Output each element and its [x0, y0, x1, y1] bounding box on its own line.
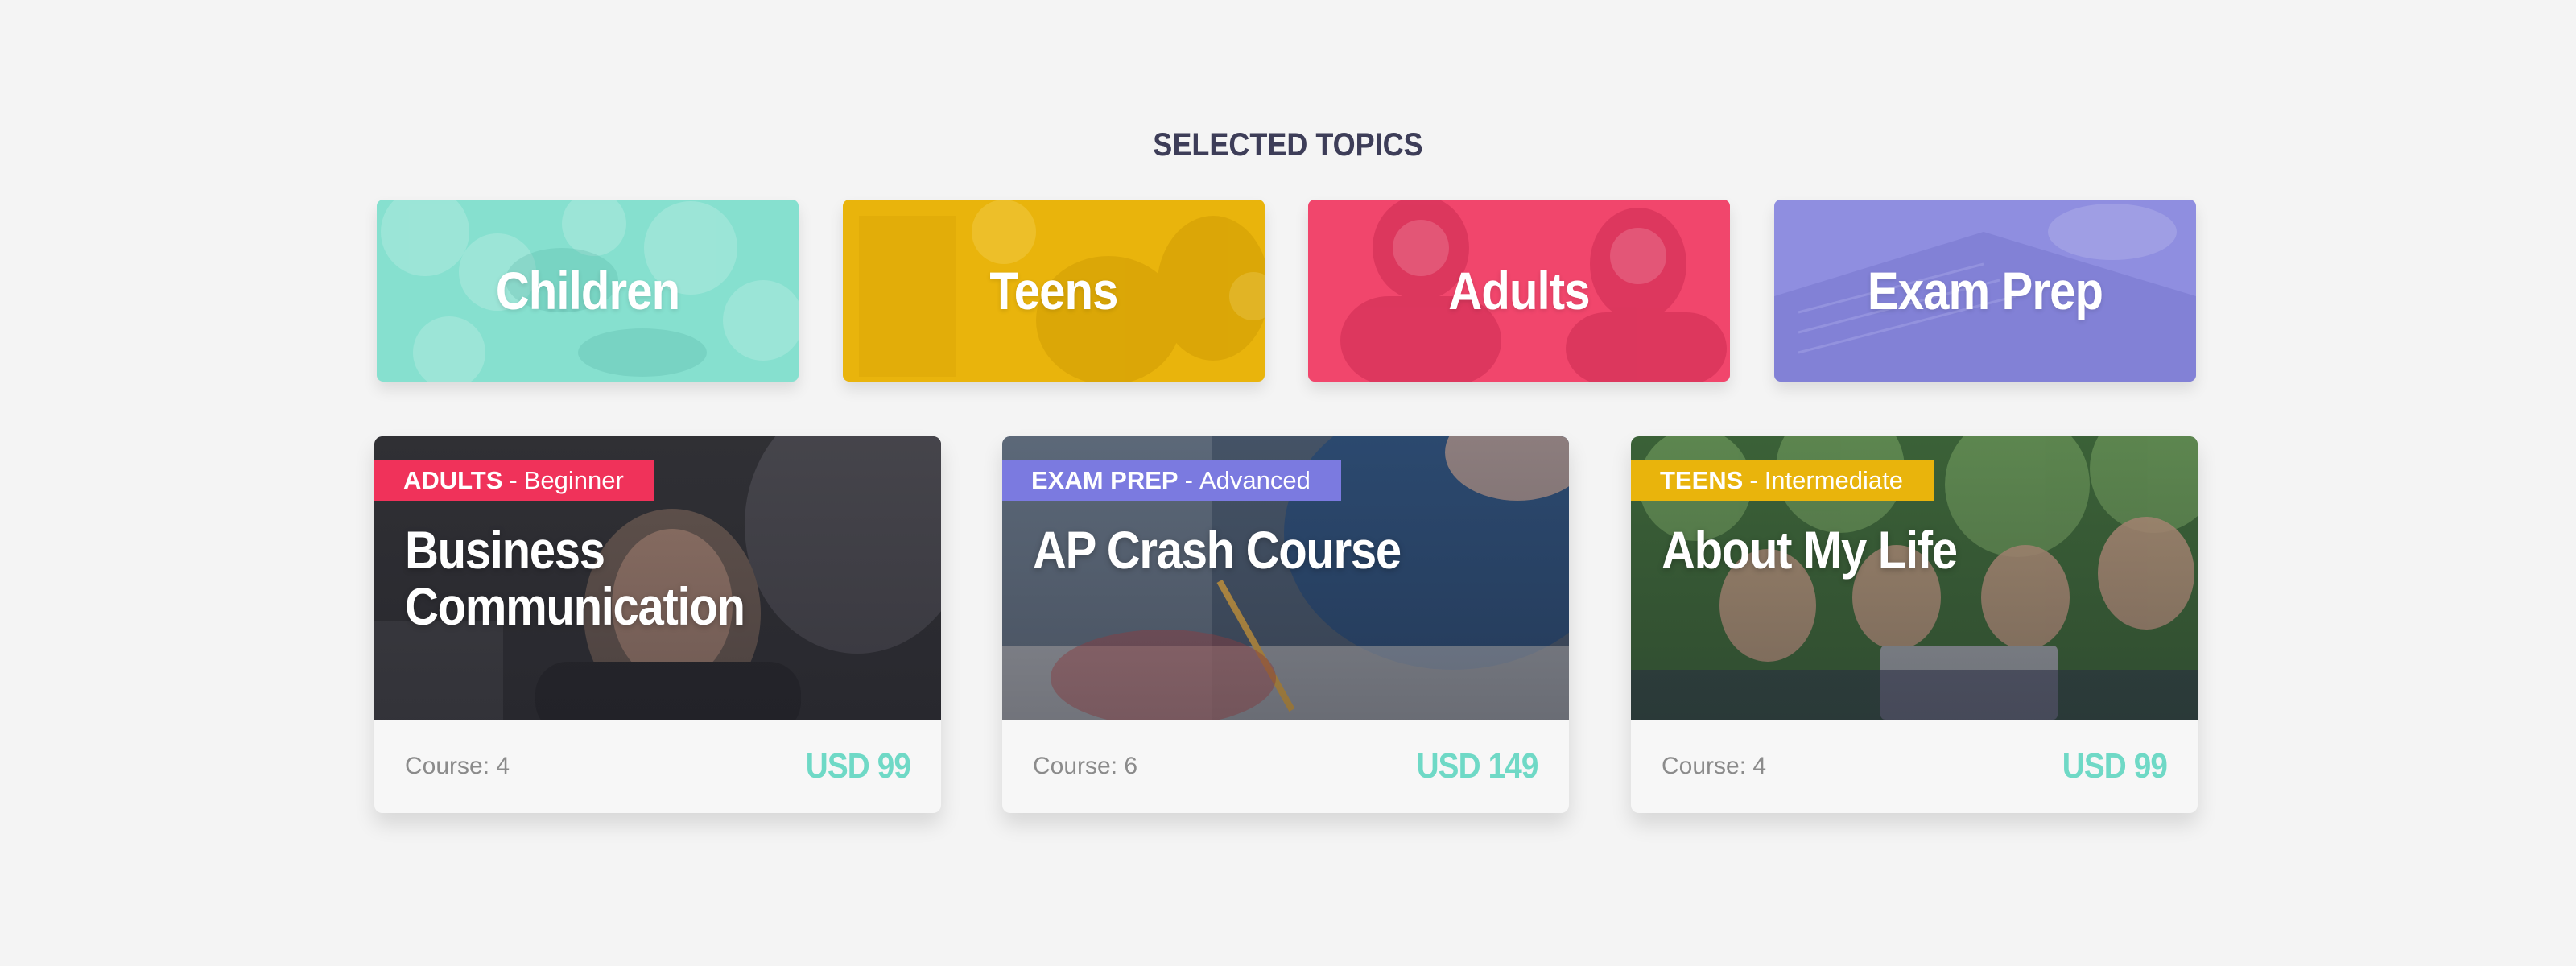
card-footer: Course: 6 USD 149: [1002, 720, 1569, 813]
card-footer: Course: 4 USD 99: [1631, 720, 2198, 813]
course-count: Course: 6: [1033, 753, 1138, 779]
section-title: SELECTED TOPICS: [1153, 127, 1423, 163]
course-title: Business Communication: [405, 522, 858, 634]
badge-category: TEENS: [1660, 466, 1744, 494]
badge-separator: -: [1749, 466, 1758, 494]
course-title-line: Communication: [405, 576, 745, 636]
course-title-line: About My Life: [1662, 520, 1958, 580]
course-price: USD 99: [805, 746, 911, 786]
badge-separator: -: [509, 466, 518, 494]
course-card-about-my-life[interactable]: TEENS - Intermediate About My Life Cours…: [1631, 436, 2198, 813]
badge-separator: -: [1184, 466, 1193, 494]
course-price: USD 149: [1417, 746, 1539, 786]
topic-label: Children: [495, 261, 680, 320]
course-badge: EXAM PREP - Advanced: [1002, 460, 1341, 501]
course-price: USD 99: [2062, 746, 2168, 786]
badge-level: Beginner: [523, 466, 624, 494]
course-card-ap-crash-course[interactable]: EXAM PREP - Advanced AP Crash Course Cou…: [1002, 436, 1569, 813]
course-title-line: AP Crash Course: [1033, 520, 1402, 580]
topic-tile-teens[interactable]: Teens: [843, 200, 1265, 382]
course-title: About My Life: [1662, 522, 2115, 578]
topic-label: Teens: [989, 261, 1118, 320]
card-footer: Course: 4 USD 99: [374, 720, 941, 813]
course-badge: TEENS - Intermediate: [1631, 460, 1934, 501]
course-badge: ADULTS - Beginner: [374, 460, 654, 501]
course-title: AP Crash Course: [1033, 522, 1486, 578]
topic-tile-exam-prep[interactable]: Exam Prep: [1774, 200, 2196, 382]
topic-label: Exam Prep: [1867, 261, 2103, 320]
badge-category: ADULTS: [403, 466, 503, 494]
badge-level: Intermediate: [1764, 466, 1904, 494]
course-card-business-communication[interactable]: ADULTS - Beginner Business Communication…: [374, 436, 941, 813]
topic-tile-adults[interactable]: Adults: [1308, 200, 1730, 382]
badge-level: Advanced: [1199, 466, 1311, 494]
course-title-line: Business: [405, 520, 605, 580]
course-count: Course: 4: [1662, 753, 1767, 779]
topic-tile-children[interactable]: Children: [377, 200, 799, 382]
badge-category: EXAM PREP: [1031, 466, 1179, 494]
course-count: Course: 4: [405, 753, 510, 779]
topic-label: Adults: [1448, 261, 1590, 320]
